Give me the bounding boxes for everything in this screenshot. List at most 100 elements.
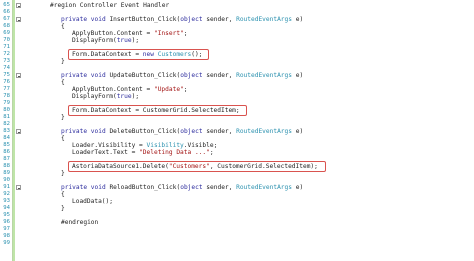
line-number: 69 xyxy=(3,30,10,36)
code-text: DisplayForm(true); xyxy=(72,37,139,44)
code-line[interactable]: 94} xyxy=(0,205,474,212)
code-line[interactable]: 85 Loader.Visibility = Visibility.Visible… xyxy=(0,142,474,149)
code-line[interactable]: 91 private void ReloadButton_Click(object… xyxy=(0,184,474,191)
code-text: { xyxy=(61,23,65,30)
code-token: ; xyxy=(183,86,188,93)
code-text: #endregion xyxy=(61,219,98,226)
code-line[interactable]: 76 { xyxy=(0,79,474,86)
code-token: private void xyxy=(61,72,110,79)
code-token: } xyxy=(61,114,65,121)
code-token: e) xyxy=(292,16,304,23)
line-number: 68 xyxy=(3,23,10,29)
collapse-minus-icon[interactable] xyxy=(16,73,21,78)
code-token: private void xyxy=(61,184,110,191)
code-token: { xyxy=(61,191,65,198)
code-token: ); xyxy=(131,93,140,100)
code-token: #endregion xyxy=(61,219,99,226)
code-token: InsertButton_Click( xyxy=(109,16,181,23)
line-number: 72 xyxy=(3,51,10,57)
code-line[interactable]: 68 { xyxy=(0,23,474,30)
code-token: RoutedEventArgs xyxy=(236,16,292,23)
code-text: } xyxy=(61,114,65,121)
code-token: { xyxy=(61,79,65,86)
code-line[interactable]: 75 private void UpdateButton_Click(object… xyxy=(0,72,474,79)
collapse-minus-icon[interactable] xyxy=(16,17,21,22)
code-token: e) xyxy=(292,128,304,135)
code-token: DeleteButton_Click( xyxy=(109,128,181,135)
code-token: ; xyxy=(183,30,188,37)
line-number: 74 xyxy=(3,65,10,71)
code-line[interactable]: 96 #endregion xyxy=(0,219,474,226)
code-token: true xyxy=(116,37,132,44)
code-line[interactable]: 81} xyxy=(0,114,474,121)
line-number: 70 xyxy=(3,37,10,43)
line-number: 82 xyxy=(3,121,10,127)
line-number: 90 xyxy=(3,177,10,183)
code-line[interactable]: 82 xyxy=(0,121,474,128)
code-token: object xyxy=(180,128,203,135)
line-number: 91 xyxy=(3,184,10,190)
code-line[interactable]: 65 #region Controller Event Handler xyxy=(0,2,474,9)
code-token: } xyxy=(61,170,65,177)
code-line[interactable]: 83 private void DeleteButton_Click(object… xyxy=(0,128,474,135)
code-text: private void UpdateButton_Click(object s… xyxy=(61,72,303,79)
code-line[interactable]: 74 xyxy=(0,65,474,72)
code-line[interactable]: 98 xyxy=(0,233,474,240)
line-number: 97 xyxy=(3,226,10,232)
code-line[interactable]: 99 xyxy=(0,240,474,247)
code-text: #region Controller Event Handler xyxy=(50,2,169,9)
code-line[interactable]: 95 xyxy=(0,212,474,219)
code-line[interactable]: 77 ApplyButton.Content = "Update"; xyxy=(0,86,474,93)
code-text: ApplyButton.Content = "Insert"; xyxy=(72,30,188,37)
code-token: sender, xyxy=(202,128,237,135)
line-number: 94 xyxy=(3,205,10,211)
code-token: object xyxy=(180,72,203,79)
code-token: Loader.Visibility = xyxy=(72,142,147,149)
code-line[interactable]: 90 xyxy=(0,177,474,184)
line-number: 81 xyxy=(3,114,10,120)
code-token: DisplayForm( xyxy=(72,37,117,44)
code-token: private void xyxy=(61,128,110,135)
code-line[interactable]: 66 xyxy=(0,9,474,16)
code-line[interactable]: 97 xyxy=(0,226,474,233)
line-number: 77 xyxy=(3,86,10,92)
code-line[interactable]: 78 DisplayForm(true); xyxy=(0,93,474,100)
code-text: DisplayForm(true); xyxy=(72,93,139,100)
line-number: 78 xyxy=(3,93,10,99)
code-token: RoutedEventArgs xyxy=(236,72,292,79)
line-number: 85 xyxy=(3,142,10,148)
code-line[interactable]: 84 { xyxy=(0,135,474,142)
code-line[interactable]: 92 { xyxy=(0,191,474,198)
code-token: DisplayForm( xyxy=(72,93,117,100)
code-line[interactable]: 86 LoaderText.Text = "Deleting Data ..."; xyxy=(0,149,474,156)
code-token: "Insert" xyxy=(153,30,184,37)
code-token: LoadData(); xyxy=(72,198,113,205)
code-line[interactable]: 93 LoadData(); xyxy=(0,198,474,205)
line-number: 99 xyxy=(3,240,10,246)
code-token: object xyxy=(180,184,203,191)
code-token: #region Controller Event Handler xyxy=(50,2,170,9)
code-token: ApplyButton.Content = xyxy=(72,86,154,93)
code-token: "Update" xyxy=(153,86,184,93)
code-editor[interactable]: 65 #region Controller Event Handler 66 67 pr… xyxy=(0,0,474,261)
line-number: 84 xyxy=(3,135,10,141)
line-number: 83 xyxy=(3,128,10,134)
line-number: 65 xyxy=(3,2,10,8)
collapse-minus-icon[interactable] xyxy=(16,185,21,190)
code-line[interactable]: 89} xyxy=(0,170,474,177)
code-token: ); xyxy=(131,37,140,44)
code-token: object xyxy=(180,16,203,23)
code-text: ApplyButton.Content = "Update"; xyxy=(72,86,188,93)
code-line[interactable]: 73} xyxy=(0,58,474,65)
code-token: LoaderText.Text = xyxy=(72,149,140,156)
collapse-minus-icon[interactable] xyxy=(16,129,21,134)
code-line[interactable]: 67 private void InsertButton_Click(object… xyxy=(0,16,474,23)
code-line[interactable]: 69 ApplyButton.Content = "Insert"; xyxy=(0,30,474,37)
code-token: e) xyxy=(292,184,304,191)
code-token: { xyxy=(61,135,65,142)
code-line[interactable]: 70 DisplayForm(true); xyxy=(0,37,474,44)
code-text: private void DeleteButton_Click(object s… xyxy=(61,128,303,135)
collapse-minus-icon[interactable] xyxy=(16,3,21,8)
line-number: 96 xyxy=(3,219,10,225)
code-text: } xyxy=(61,58,65,65)
